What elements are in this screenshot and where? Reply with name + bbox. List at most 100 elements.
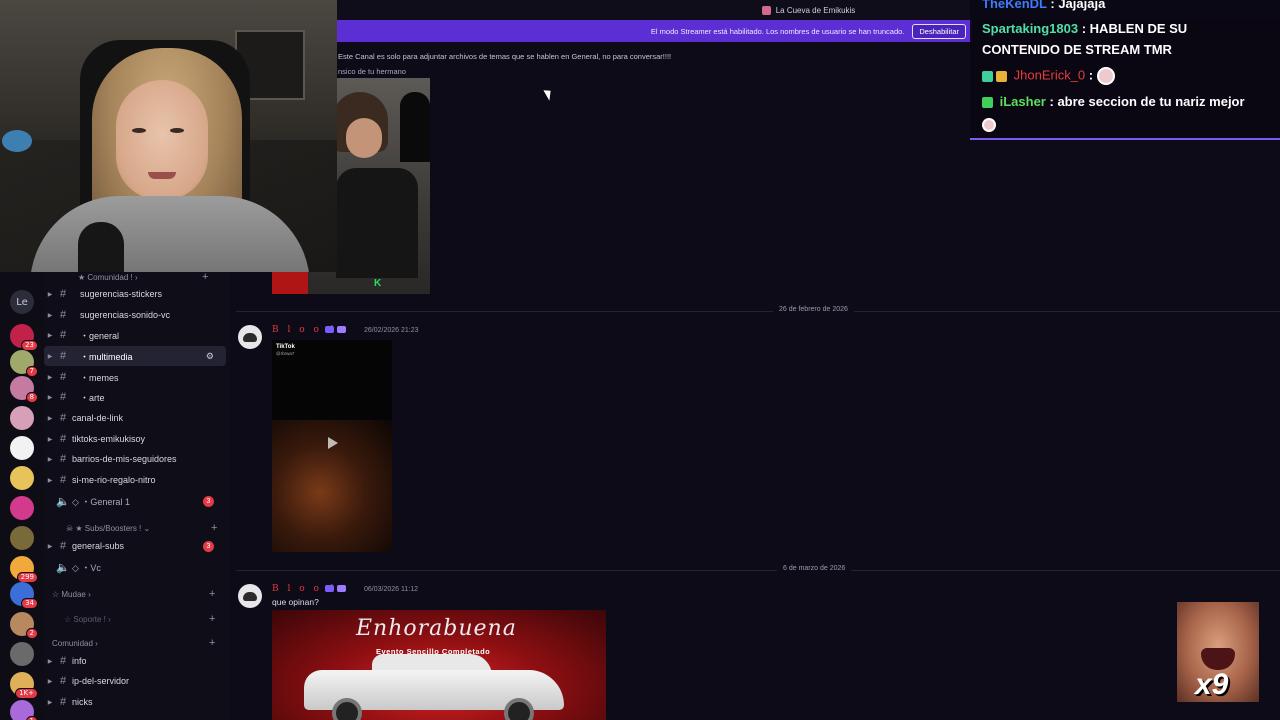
channel-item[interactable]: ▶ # ip-del-servidor [44, 671, 226, 691]
chevron-right-icon: ▶ [47, 415, 53, 422]
chevron-right-icon: ▶ [47, 456, 53, 463]
hash-icon: # [59, 412, 67, 424]
channel-item[interactable]: ▶ # info [44, 651, 226, 671]
chevron-right-icon: ▶ [47, 291, 53, 298]
hash-icon: # [59, 675, 67, 687]
server-icon[interactable] [10, 642, 34, 666]
chevron-right-icon: ▶ [47, 678, 53, 685]
play-icon[interactable] [328, 437, 338, 449]
add-channel-icon[interactable]: + [209, 637, 215, 649]
tiktok-video-embed[interactable]: TikTok @rbrwa7 [272, 340, 392, 552]
server-icon[interactable] [10, 466, 34, 490]
badge-icon [982, 97, 993, 109]
channel-item[interactable]: ▶ # tiktoks-emikukisoy [44, 429, 226, 449]
hash-icon: # [59, 350, 67, 362]
server-icon[interactable] [10, 496, 34, 520]
add-channel-icon[interactable]: + [211, 522, 217, 534]
voice-channel-item[interactable]: 🔈 ◇ ・Vc [44, 557, 226, 577]
channel-settings-icon[interactable]: ⚙ [206, 351, 214, 362]
avatar[interactable] [238, 584, 262, 608]
add-channel-icon[interactable]: + [209, 613, 215, 625]
server-icon[interactable]: 8 [10, 376, 38, 403]
streamer-notice: El modo Streamer está habilitado. Los no… [650, 26, 905, 36]
streamer-mode-banner: El modo Streamer está habilitado. Los no… [337, 20, 972, 42]
channel-item[interactable]: ▶ # sugerencias-stickers [44, 284, 226, 304]
stream-chat-overlay: TheKenDL : Jajajaja Spartaking1803 : HAB… [970, 0, 1280, 140]
channel-item[interactable]: ▶ # general-subs 3 [44, 536, 226, 556]
channel-item[interactable]: ▶ # ・memes [44, 367, 226, 387]
hash-icon: # [59, 696, 67, 708]
category-comunidad-top[interactable]: ★ Comunidad ! › + [78, 271, 208, 283]
server-rail: Le 23 7 8 299 34 2 1K+ 1 [0, 272, 44, 720]
crown-icon [996, 70, 1007, 82]
hash-icon: # [59, 433, 67, 445]
category-comunidad[interactable]: Comunidad › + [52, 637, 215, 649]
server-icon[interactable]: 34 [10, 582, 38, 609]
server-icon [761, 5, 771, 15]
chat-message: iLasher : abre seccion de tu nariz mejor [982, 94, 1245, 109]
chat-message: JhonErick_0 : [982, 67, 1115, 85]
microphone-icon [78, 222, 124, 272]
channel-item-active[interactable]: ▶ # ・multimedia ⚙ [44, 346, 226, 366]
category-soporte[interactable]: ☆ Soporte ! › + [52, 613, 215, 625]
server-icon[interactable] [10, 406, 34, 430]
server-icon[interactable] [10, 526, 34, 550]
add-channel-icon[interactable]: + [209, 588, 215, 600]
speaker-icon: 🔈 [56, 561, 70, 574]
channel-item[interactable]: ▶ # sugerencias-sonido-vc [44, 305, 226, 325]
server-icon-letter[interactable]: Le [10, 290, 34, 314]
chevron-right-icon: ▶ [47, 394, 53, 401]
chevron-right-icon: ▶ [47, 477, 53, 484]
hash-icon: # [59, 453, 67, 465]
message-timestamp: 06/03/2026 11:12 [364, 586, 418, 593]
server-icon[interactable]: 2 [10, 612, 38, 639]
chat-message-continued: CONTENIDO DE STREAM TMR [982, 42, 1172, 57]
add-channel-icon[interactable]: + [202, 271, 208, 283]
avatar[interactable] [238, 325, 262, 349]
server-icon[interactable]: 7 [10, 350, 38, 377]
emote-icon [1096, 67, 1115, 85]
reaction-overlay: x9 [1177, 602, 1259, 702]
category-subs[interactable]: ☠ ★ Subs/Boosters ! ⌄ + [54, 522, 217, 534]
chat-message: TheKenDL : Jajajaja [982, 0, 1106, 11]
image-attachment[interactable]: Enhorabuena Evento Sencillo Completado [272, 610, 606, 720]
tiktok-logo: TikTok [276, 344, 295, 350]
channel-item[interactable]: ▶ # canal-de-link [44, 408, 226, 428]
server-icon[interactable] [10, 436, 34, 460]
chat-message: Spartaking1803 : HABLEN DE SU [982, 21, 1188, 36]
disable-streamer-button[interactable]: Deshabilitar [912, 23, 966, 39]
chevron-right-icon: ▶ [47, 374, 53, 381]
date-divider: 6 de marzo de 2026 [236, 565, 1280, 572]
hash-icon: # [59, 655, 67, 667]
channel-topic: Este Canal es solo para adjuntar archivo… [338, 52, 672, 61]
chevron-right-icon: ▶ [47, 436, 53, 443]
chevron-right-icon: ▶ [47, 699, 53, 706]
channel-item[interactable]: ▶ # nicks [44, 692, 226, 712]
channel-item[interactable]: ▶ # ・arte [44, 387, 226, 407]
chevron-right-icon: ▶ [47, 543, 53, 550]
hash-icon: # [59, 540, 67, 552]
server-icon[interactable]: 23 [10, 324, 38, 351]
chevron-right-icon: ▶ [47, 312, 53, 319]
category-mudae[interactable]: ☆ Mudae › + [52, 588, 215, 600]
channel-list: ★ Comunidad ! › + ▶ # sugerencias-stickers … [44, 271, 230, 720]
hash-icon: # [59, 329, 67, 341]
channel-item[interactable]: ▶ # barrios-de-mis-seguidores [44, 449, 226, 469]
message-text: que opinan? [272, 597, 319, 607]
chevron-right-icon: ▶ [47, 332, 53, 339]
streamer-webcam [0, 0, 337, 272]
chevron-right-icon: ▶ [47, 353, 53, 360]
reaction-multiplier: x9 [1195, 668, 1229, 701]
voice-channel-item[interactable]: 🔈 ◇ ・General 13 [44, 491, 226, 511]
tiktok-handle: @rbrwa7 [276, 351, 295, 356]
previous-message-caption: nsico de tu hermano [338, 67, 406, 76]
badge-icon [982, 70, 993, 82]
channel-item[interactable]: ▶ # si-me-rio-regalo-nitro [44, 470, 226, 490]
server-icon[interactable]: 299 [10, 556, 38, 583]
speaker-icon: 🔈 [56, 495, 70, 508]
hash-icon: # [59, 391, 67, 403]
server-icon[interactable]: 1 [10, 700, 38, 720]
server-icon[interactable]: 1K+ [10, 672, 38, 699]
hash-icon: # [59, 309, 67, 321]
channel-item[interactable]: ▶ # ・general [44, 325, 226, 345]
